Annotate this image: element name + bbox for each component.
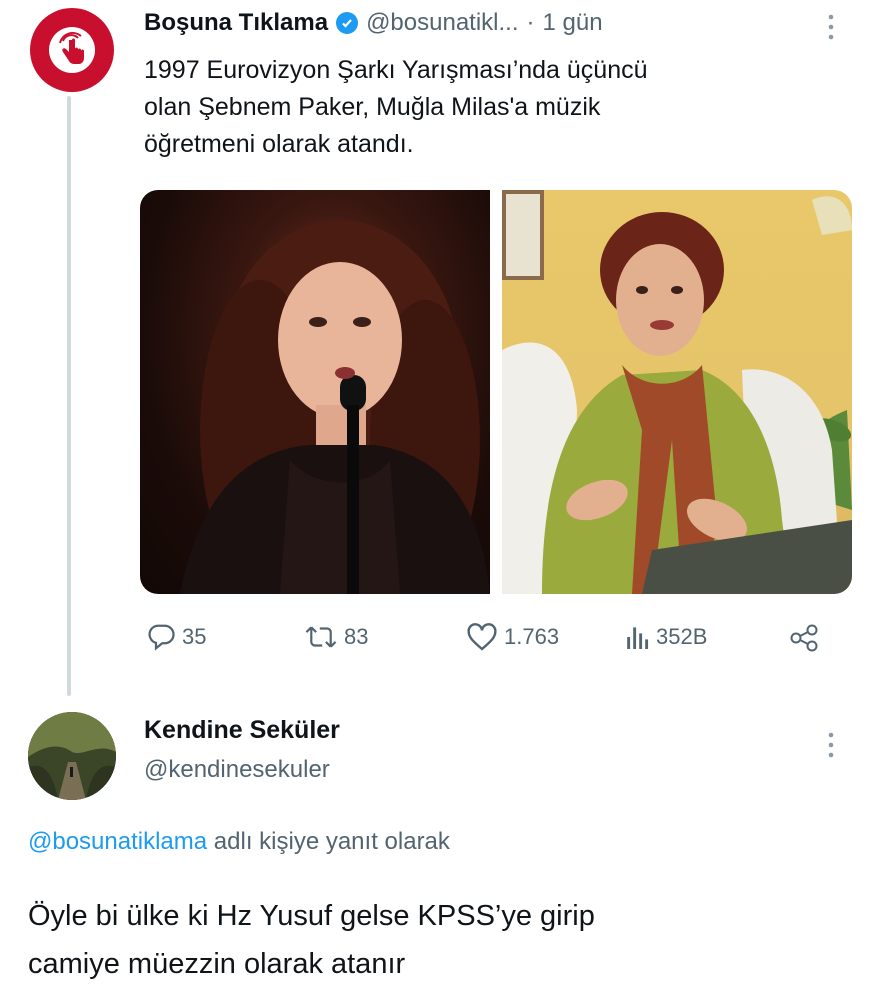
more-options-icon[interactable] <box>826 730 836 765</box>
reply-text: Öyle bi ülke ki Hz Yusuf gelse KPSS’ye g… <box>28 892 848 988</box>
media-grid <box>140 190 852 594</box>
thread-line <box>67 96 71 696</box>
display-name[interactable]: Kendine Seküler <box>144 716 340 745</box>
like-icon <box>467 623 497 651</box>
more-options-icon[interactable] <box>826 12 836 47</box>
reply-text-line: camiye müezzin olarak atanır <box>28 948 406 980</box>
retweet-button[interactable]: 83 <box>304 622 368 652</box>
views-count: 352B <box>656 624 708 649</box>
photo-teacher[interactable] <box>502 190 852 594</box>
tweet-text: 1997 Eurovizyon Şarkı Yarışması’nda üçün… <box>144 52 844 163</box>
verified-badge-icon <box>336 12 359 34</box>
retweet-icon <box>305 626 337 648</box>
views-button[interactable]: 352B <box>626 622 707 652</box>
timestamp[interactable]: 1 gün <box>543 9 603 37</box>
pointer-hand-icon <box>49 27 95 73</box>
photo-singer[interactable] <box>140 190 490 594</box>
tweet-text-line: olan Şebnem Paker, Muğla Milas'a müzik <box>144 93 601 121</box>
share-icon[interactable] <box>790 624 820 657</box>
display-name[interactable]: Boşuna Tıklama <box>144 9 328 37</box>
handle[interactable]: @bosunatikl... <box>366 9 518 37</box>
reply-button[interactable]: 35 <box>146 622 206 652</box>
like-button[interactable]: 1.763 <box>466 622 559 652</box>
avatar[interactable] <box>28 712 116 800</box>
views-icon <box>627 627 649 649</box>
reply-icon <box>148 624 175 651</box>
retweet-count: 83 <box>344 624 369 649</box>
tweet-text-line: öğretmeni olarak atandı. <box>144 130 414 158</box>
reply-context: @bosunatiklama adlı kişiye yanıt olarak <box>28 828 450 856</box>
avatar[interactable] <box>30 8 114 92</box>
like-count: 1.763 <box>504 624 560 649</box>
separator: · <box>526 9 535 36</box>
reply-context-suffix: adlı kişiye yanıt olarak <box>207 828 450 855</box>
reply-text-line: Öyle bi ülke ki Hz Yusuf gelse KPSS’ye g… <box>28 900 595 932</box>
mention-link[interactable]: @bosunatiklama <box>28 828 207 855</box>
handle[interactable]: @kendinesekuler <box>144 756 330 784</box>
reply-count: 35 <box>182 624 207 649</box>
tweet-text-line: 1997 Eurovizyon Şarkı Yarışması’nda üçün… <box>144 56 648 84</box>
tweet-header: Boşuna Tıklama @bosunatikl... · 1 gün <box>144 6 603 40</box>
